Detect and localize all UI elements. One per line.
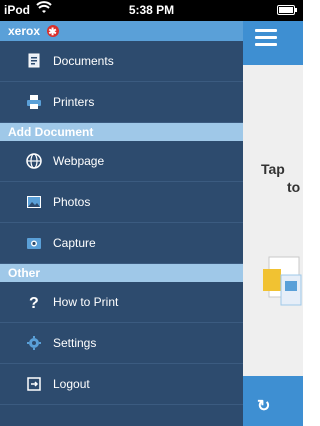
gear-icon xyxy=(26,335,42,351)
menu-item-label: Documents xyxy=(53,54,114,68)
top-nav-bar xyxy=(243,21,303,65)
question-icon: ? xyxy=(26,294,42,312)
document-illustration-icon xyxy=(263,255,303,315)
menu-item-label: Webpage xyxy=(53,154,105,168)
refresh-icon[interactable]: ↻ xyxy=(257,396,270,416)
instruction-text: Tap to xyxy=(261,160,300,196)
menu-item-label: Logout xyxy=(53,377,90,391)
logout-icon xyxy=(26,376,42,392)
status-bar: iPod 5:38 PM xyxy=(0,0,303,21)
main-content: Tap to ↻ xyxy=(243,21,303,426)
menu-item-printers[interactable]: Printers xyxy=(0,82,243,123)
brand-bar: xerox xyxy=(0,21,243,43)
menu-toggle-icon[interactable] xyxy=(255,29,277,46)
section-header-add-document: Add Document xyxy=(0,123,243,141)
menu-item-label: Capture xyxy=(53,236,96,250)
menu-item-label: Settings xyxy=(53,336,97,350)
menu-item-documents[interactable]: Documents xyxy=(0,41,243,82)
documents-icon xyxy=(26,53,42,69)
photos-icon xyxy=(26,194,42,210)
menu-item-label: Photos xyxy=(53,195,91,209)
xerox-logo-icon xyxy=(47,23,60,43)
menu-item-photos[interactable]: Photos xyxy=(0,182,243,223)
bottom-toolbar: ↻ xyxy=(243,376,303,426)
battery-icon xyxy=(277,5,297,15)
instruction-line-2: to xyxy=(287,179,301,195)
globe-icon xyxy=(26,153,42,169)
brand-logo-text: xerox xyxy=(8,24,41,38)
menu-item-logout[interactable]: Logout xyxy=(0,364,243,405)
instruction-line-1: Tap xyxy=(261,161,285,177)
status-time: 5:38 PM xyxy=(128,3,175,17)
menu-item-settings[interactable]: Settings xyxy=(0,323,243,364)
menu-item-capture[interactable]: Capture xyxy=(0,223,243,264)
menu-item-how-to-print[interactable]: ? How to Print xyxy=(0,282,243,323)
camera-icon xyxy=(26,235,42,251)
printer-icon xyxy=(26,94,42,110)
section-header-other: Other xyxy=(0,264,243,282)
content-body: Tap to xyxy=(243,65,303,376)
menu-item-label: Printers xyxy=(53,95,95,109)
menu-item-webpage[interactable]: Webpage xyxy=(0,141,243,182)
side-menu: xerox Documents Printers Add Document xyxy=(0,21,243,426)
menu-item-label: How to Print xyxy=(53,295,119,309)
svg-text:?: ? xyxy=(29,295,39,310)
